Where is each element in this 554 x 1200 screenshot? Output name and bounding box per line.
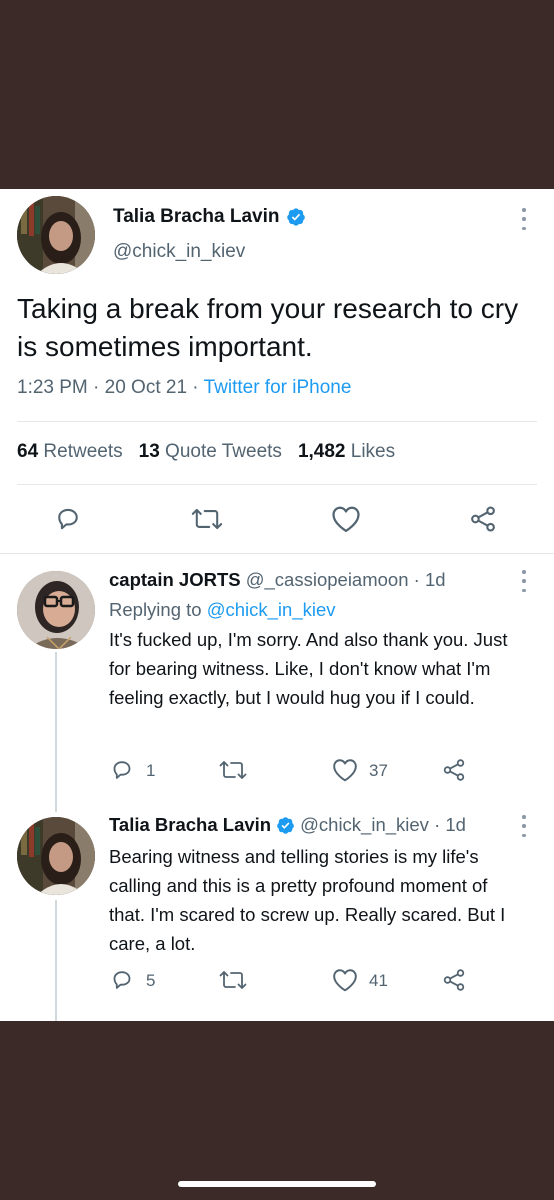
retweets-stat[interactable]: 64 Retweets	[17, 441, 123, 462]
quote-tweets-stat[interactable]: 13 Quote Tweets	[139, 441, 282, 462]
avatar-image	[17, 817, 95, 895]
quotes-count: 13	[138, 441, 160, 462]
retweets-label: Retweets	[43, 441, 123, 462]
retweet-icon[interactable]	[218, 758, 248, 782]
author-handle[interactable]: @chick_in_kiev	[113, 241, 245, 263]
replying-to: Replying to @chick_in_kiev	[109, 599, 549, 621]
reply-author-handle[interactable]: @_cassiopeiamoon	[246, 569, 409, 591]
reply-tweet[interactable]: captain JORTS @_cassiopeiamoon · 1d Repl…	[109, 569, 549, 712]
reply-icon[interactable]	[54, 505, 82, 533]
divider	[0, 553, 554, 554]
heart-icon[interactable]	[332, 968, 358, 992]
likes-label: Likes	[350, 441, 396, 462]
avatar[interactable]	[17, 571, 95, 649]
reply-author-handle[interactable]: @chick_in_kiev	[300, 814, 429, 836]
reply-age: · 1d	[434, 814, 466, 835]
reply-count: 5	[146, 971, 156, 990]
share-icon[interactable]	[442, 968, 466, 992]
avatar[interactable]	[17, 817, 95, 895]
likes-stat[interactable]: 1,482 Likes	[298, 441, 395, 462]
retweets-count: 64	[17, 441, 39, 462]
avatar[interactable]	[17, 196, 95, 274]
reply-author-name[interactable]: captain JORTS	[109, 569, 241, 591]
author-name-text[interactable]: Talia Bracha Lavin	[113, 206, 280, 228]
more-dots-icon[interactable]	[520, 570, 528, 592]
reply-count: 1	[146, 761, 156, 780]
reply-age: · 1d	[413, 569, 446, 590]
verified-badge-icon	[276, 816, 295, 835]
verified-badge-icon	[286, 207, 306, 227]
thread-line	[55, 652, 57, 812]
retweet-icon[interactable]	[190, 505, 224, 533]
replying-to-mention[interactable]: @chick_in_kiev	[207, 599, 336, 620]
reply-text: It's fucked up, I'm sorry. And also than…	[109, 629, 508, 708]
retweet-icon[interactable]	[218, 968, 248, 992]
home-indicator[interactable]	[178, 1181, 376, 1187]
background-top	[0, 0, 554, 189]
reply-author-name[interactable]: Talia Bracha Lavin	[109, 814, 271, 836]
share-icon[interactable]	[469, 505, 497, 533]
tweet-source-link[interactable]: Twitter for iPhone	[204, 377, 352, 398]
avatar-image	[17, 196, 95, 274]
reply-icon[interactable]	[110, 968, 134, 992]
share-icon[interactable]	[442, 758, 466, 782]
tweet-time: 1:23 PM · 20 Oct 21 ·	[17, 377, 204, 398]
like-count: 41	[369, 971, 388, 990]
tweet-text: Taking a break from your research to cry…	[17, 293, 519, 362]
background-bottom	[0, 1021, 554, 1200]
heart-icon[interactable]	[331, 505, 361, 533]
divider	[17, 421, 537, 422]
thread-line	[55, 900, 57, 1021]
avatar-image	[17, 571, 95, 649]
replying-to-label: Replying to	[109, 599, 202, 620]
reply-header: Talia Bracha Lavin @chick_in_kiev · 1d	[109, 814, 549, 836]
tweet-timestamp: 1:23 PM · 20 Oct 21 · Twitter for iPhone	[17, 377, 351, 399]
reply-icon[interactable]	[110, 758, 134, 782]
quotes-label: Quote Tweets	[165, 441, 282, 462]
heart-icon[interactable]	[332, 758, 358, 782]
divider	[17, 484, 537, 485]
reply-text: Bearing witness and telling stories is m…	[109, 846, 506, 954]
like-count: 37	[369, 761, 388, 780]
more-dots-icon[interactable]	[520, 208, 528, 230]
reply-tweet[interactable]: Talia Bracha Lavin @chick_in_kiev · 1d B…	[109, 814, 549, 958]
author-name[interactable]: Talia Bracha Lavin	[113, 206, 306, 228]
more-dots-icon[interactable]	[520, 815, 528, 837]
reply-header: captain JORTS @_cassiopeiamoon · 1d	[109, 569, 549, 591]
tweet-stats: 64 Retweets 13 Quote Tweets 1,482 Likes	[17, 441, 395, 463]
likes-count: 1,482	[297, 441, 346, 462]
